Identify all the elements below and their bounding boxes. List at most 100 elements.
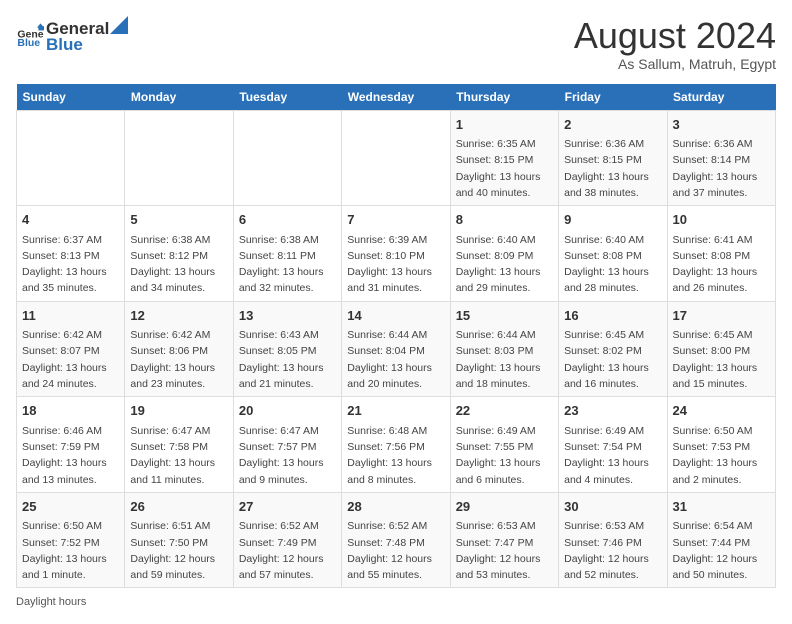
day-number: 25 [22, 497, 119, 517]
day-number: 31 [673, 497, 770, 517]
day-number: 19 [130, 401, 227, 421]
day-cell: 29Sunrise: 6:53 AM Sunset: 7:47 PM Dayli… [450, 492, 558, 588]
footer: Daylight hours [16, 596, 776, 608]
day-info: Sunrise: 6:54 AM Sunset: 7:44 PM Dayligh… [673, 518, 770, 583]
logo-triangle [110, 16, 128, 34]
header-day-tuesday: Tuesday [233, 84, 341, 111]
day-cell: 22Sunrise: 6:49 AM Sunset: 7:55 PM Dayli… [450, 397, 558, 493]
header-day-monday: Monday [125, 84, 233, 111]
week-row-5: 25Sunrise: 6:50 AM Sunset: 7:52 PM Dayli… [17, 492, 776, 588]
day-info: Sunrise: 6:36 AM Sunset: 8:14 PM Dayligh… [673, 136, 770, 201]
main-title: August 2024 [574, 16, 776, 56]
day-info: Sunrise: 6:53 AM Sunset: 7:47 PM Dayligh… [456, 518, 553, 583]
day-info: Sunrise: 6:45 AM Sunset: 8:02 PM Dayligh… [564, 327, 661, 392]
day-info: Sunrise: 6:47 AM Sunset: 7:58 PM Dayligh… [130, 423, 227, 488]
day-cell: 17Sunrise: 6:45 AM Sunset: 8:00 PM Dayli… [667, 301, 775, 397]
day-info: Sunrise: 6:47 AM Sunset: 7:57 PM Dayligh… [239, 423, 336, 488]
day-cell: 9Sunrise: 6:40 AM Sunset: 8:08 PM Daylig… [559, 206, 667, 302]
day-number: 12 [130, 306, 227, 326]
day-number: 2 [564, 115, 661, 135]
day-info: Sunrise: 6:39 AM Sunset: 8:10 PM Dayligh… [347, 232, 444, 297]
day-info: Sunrise: 6:44 AM Sunset: 8:03 PM Dayligh… [456, 327, 553, 392]
day-number: 5 [130, 210, 227, 230]
day-info: Sunrise: 6:51 AM Sunset: 7:50 PM Dayligh… [130, 518, 227, 583]
day-info: Sunrise: 6:41 AM Sunset: 8:08 PM Dayligh… [673, 232, 770, 297]
day-cell [125, 110, 233, 206]
day-info: Sunrise: 6:38 AM Sunset: 8:11 PM Dayligh… [239, 232, 336, 297]
day-number: 7 [347, 210, 444, 230]
day-cell: 28Sunrise: 6:52 AM Sunset: 7:48 PM Dayli… [342, 492, 450, 588]
day-info: Sunrise: 6:48 AM Sunset: 7:56 PM Dayligh… [347, 423, 444, 488]
day-number: 18 [22, 401, 119, 421]
day-cell [17, 110, 125, 206]
day-info: Sunrise: 6:37 AM Sunset: 8:13 PM Dayligh… [22, 232, 119, 297]
header-day-wednesday: Wednesday [342, 84, 450, 111]
week-row-2: 4Sunrise: 6:37 AM Sunset: 8:13 PM Daylig… [17, 206, 776, 302]
day-number: 6 [239, 210, 336, 230]
day-cell: 6Sunrise: 6:38 AM Sunset: 8:11 PM Daylig… [233, 206, 341, 302]
day-number: 3 [673, 115, 770, 135]
day-cell: 1Sunrise: 6:35 AM Sunset: 8:15 PM Daylig… [450, 110, 558, 206]
day-info: Sunrise: 6:44 AM Sunset: 8:04 PM Dayligh… [347, 327, 444, 392]
title-area: August 2024 As Sallum, Matruh, Egypt [574, 16, 776, 72]
day-cell: 26Sunrise: 6:51 AM Sunset: 7:50 PM Dayli… [125, 492, 233, 588]
day-cell [233, 110, 341, 206]
day-info: Sunrise: 6:52 AM Sunset: 7:49 PM Dayligh… [239, 518, 336, 583]
day-info: Sunrise: 6:49 AM Sunset: 7:55 PM Dayligh… [456, 423, 553, 488]
day-info: Sunrise: 6:35 AM Sunset: 8:15 PM Dayligh… [456, 136, 553, 201]
day-number: 21 [347, 401, 444, 421]
day-number: 24 [673, 401, 770, 421]
day-cell: 14Sunrise: 6:44 AM Sunset: 8:04 PM Dayli… [342, 301, 450, 397]
day-number: 9 [564, 210, 661, 230]
day-number: 28 [347, 497, 444, 517]
subtitle: As Sallum, Matruh, Egypt [574, 56, 776, 72]
day-info: Sunrise: 6:43 AM Sunset: 8:05 PM Dayligh… [239, 327, 336, 392]
day-info: Sunrise: 6:50 AM Sunset: 7:53 PM Dayligh… [673, 423, 770, 488]
day-info: Sunrise: 6:50 AM Sunset: 7:52 PM Dayligh… [22, 518, 119, 583]
header-day-friday: Friday [559, 84, 667, 111]
header: General Blue General Blue August 2024 As… [16, 16, 776, 72]
day-cell: 30Sunrise: 6:53 AM Sunset: 7:46 PM Dayli… [559, 492, 667, 588]
day-cell: 21Sunrise: 6:48 AM Sunset: 7:56 PM Dayli… [342, 397, 450, 493]
day-cell: 20Sunrise: 6:47 AM Sunset: 7:57 PM Dayli… [233, 397, 341, 493]
day-cell: 19Sunrise: 6:47 AM Sunset: 7:58 PM Dayli… [125, 397, 233, 493]
day-info: Sunrise: 6:53 AM Sunset: 7:46 PM Dayligh… [564, 518, 661, 583]
day-number: 10 [673, 210, 770, 230]
daylight-label: Daylight hours [16, 596, 86, 608]
day-number: 8 [456, 210, 553, 230]
day-number: 20 [239, 401, 336, 421]
header-day-sunday: Sunday [17, 84, 125, 111]
day-info: Sunrise: 6:38 AM Sunset: 8:12 PM Dayligh… [130, 232, 227, 297]
header-day-thursday: Thursday [450, 84, 558, 111]
week-row-3: 11Sunrise: 6:42 AM Sunset: 8:07 PM Dayli… [17, 301, 776, 397]
day-info: Sunrise: 6:36 AM Sunset: 8:15 PM Dayligh… [564, 136, 661, 201]
day-cell: 16Sunrise: 6:45 AM Sunset: 8:02 PM Dayli… [559, 301, 667, 397]
day-number: 13 [239, 306, 336, 326]
day-info: Sunrise: 6:42 AM Sunset: 8:06 PM Dayligh… [130, 327, 227, 392]
day-number: 15 [456, 306, 553, 326]
logo: General Blue General Blue [16, 16, 129, 55]
calendar-header-row: SundayMondayTuesdayWednesdayThursdayFrid… [17, 84, 776, 111]
day-cell: 31Sunrise: 6:54 AM Sunset: 7:44 PM Dayli… [667, 492, 775, 588]
day-cell: 13Sunrise: 6:43 AM Sunset: 8:05 PM Dayli… [233, 301, 341, 397]
day-number: 29 [456, 497, 553, 517]
day-number: 26 [130, 497, 227, 517]
day-cell: 5Sunrise: 6:38 AM Sunset: 8:12 PM Daylig… [125, 206, 233, 302]
day-cell: 4Sunrise: 6:37 AM Sunset: 8:13 PM Daylig… [17, 206, 125, 302]
week-row-1: 1Sunrise: 6:35 AM Sunset: 8:15 PM Daylig… [17, 110, 776, 206]
day-cell: 18Sunrise: 6:46 AM Sunset: 7:59 PM Dayli… [17, 397, 125, 493]
day-cell: 15Sunrise: 6:44 AM Sunset: 8:03 PM Dayli… [450, 301, 558, 397]
logo-icon: General Blue [16, 22, 44, 50]
day-cell [342, 110, 450, 206]
day-cell: 11Sunrise: 6:42 AM Sunset: 8:07 PM Dayli… [17, 301, 125, 397]
day-cell: 23Sunrise: 6:49 AM Sunset: 7:54 PM Dayli… [559, 397, 667, 493]
day-cell: 3Sunrise: 6:36 AM Sunset: 8:14 PM Daylig… [667, 110, 775, 206]
day-info: Sunrise: 6:49 AM Sunset: 7:54 PM Dayligh… [564, 423, 661, 488]
day-cell: 2Sunrise: 6:36 AM Sunset: 8:15 PM Daylig… [559, 110, 667, 206]
day-cell: 25Sunrise: 6:50 AM Sunset: 7:52 PM Dayli… [17, 492, 125, 588]
day-info: Sunrise: 6:52 AM Sunset: 7:48 PM Dayligh… [347, 518, 444, 583]
day-info: Sunrise: 6:45 AM Sunset: 8:00 PM Dayligh… [673, 327, 770, 392]
day-cell: 7Sunrise: 6:39 AM Sunset: 8:10 PM Daylig… [342, 206, 450, 302]
day-cell: 12Sunrise: 6:42 AM Sunset: 8:06 PM Dayli… [125, 301, 233, 397]
day-cell: 24Sunrise: 6:50 AM Sunset: 7:53 PM Dayli… [667, 397, 775, 493]
